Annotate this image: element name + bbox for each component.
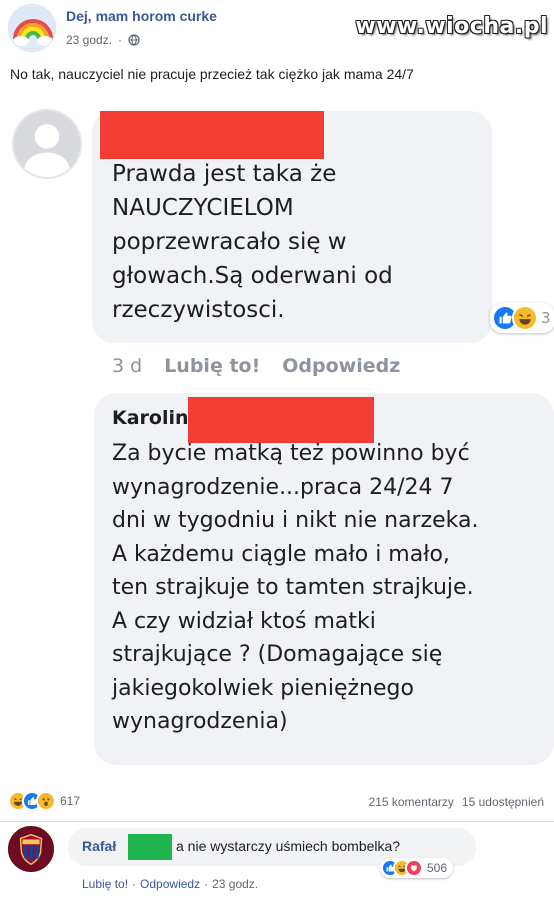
reply-time[interactable]: 23 godz. — [212, 877, 258, 891]
commenter-avatar[interactable] — [8, 826, 54, 872]
default-avatar-icon — [14, 111, 80, 177]
comment-author: Karolin — [112, 407, 189, 429]
like-button[interactable]: Lubię to! — [82, 877, 128, 891]
like-link: Lubię to! — [164, 355, 261, 377]
comment-time: 3 d — [112, 355, 143, 377]
reply-button[interactable]: Odpowiedz — [140, 877, 200, 891]
reply-text: a nie wystarczy uśmiech bombelka? — [176, 838, 401, 854]
post-text: No tak, nauczyciel nie pracuje przecież … — [10, 66, 414, 82]
reply-link: Odpowiedz — [282, 355, 401, 377]
redaction-box — [100, 111, 324, 159]
embedded-screenshot: Prawda jest taka że NAUCZYCIELOM poprzew… — [0, 95, 554, 781]
comment-actions: 3 d Lubię to! Odpowiedz — [112, 355, 400, 377]
reaction-count: 3 — [541, 309, 551, 327]
shares-count[interactable]: 15 udostępnień — [462, 795, 544, 809]
reaction-count: 617 — [60, 794, 81, 808]
post-stats: 617 215 komentarzy 15 udostępnień — [0, 782, 554, 822]
haha-reaction-icon — [512, 305, 538, 331]
love-reaction-icon — [405, 859, 423, 877]
wow-reaction-icon — [36, 791, 56, 811]
rainbow-icon — [9, 5, 55, 51]
reply-actions: Lubię to! · Odpowiedz · 23 godz. — [82, 877, 259, 891]
post-counts: 215 komentarzy 15 udostępnień — [369, 795, 544, 809]
comment-text: Za bycie matką też powinno być wynagrodz… — [112, 441, 479, 734]
reply-reactions[interactable]: 506 — [380, 858, 454, 878]
page-avatar[interactable] — [8, 4, 56, 52]
globe-icon — [128, 34, 140, 46]
reaction-count: 506 — [427, 861, 448, 875]
post-time[interactable]: 23 godz. — [66, 33, 112, 47]
watermark: www.wiocha.pl — [355, 14, 548, 39]
redaction-box — [128, 834, 172, 860]
comment-text: Prawda jest taka że NAUCZYCIELOM poprzew… — [112, 161, 393, 323]
post-meta: 23 godz. · — [66, 33, 140, 47]
club-crest-icon — [9, 827, 53, 871]
post-reactions[interactable]: 617 — [8, 791, 80, 811]
comment-avatar — [12, 109, 82, 179]
comments-count[interactable]: 215 komentarzy — [369, 795, 454, 809]
post-header: Dej, mam horom curke 23 godz. · www.wioc… — [0, 0, 554, 60]
page-name[interactable]: Dej, mam horom curke — [66, 8, 217, 24]
comment-reactions[interactable]: 3 — [490, 303, 554, 333]
reply-author[interactable]: Rafał — [82, 838, 116, 854]
